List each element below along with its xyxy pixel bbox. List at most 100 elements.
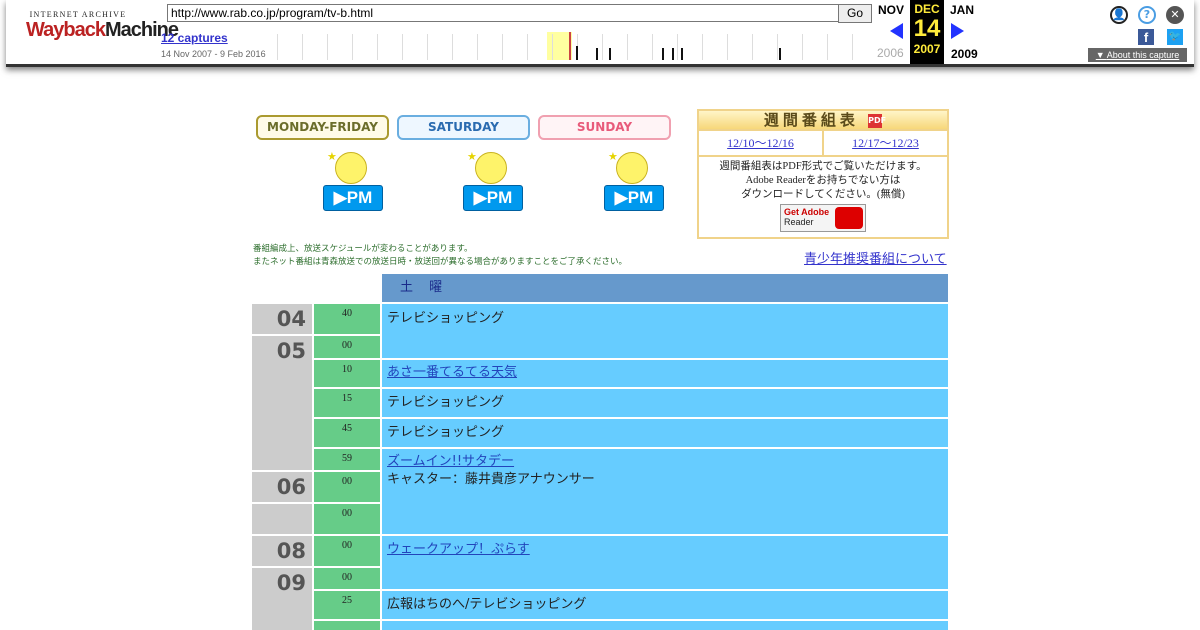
about-capture-label: About this capture: [1106, 50, 1180, 60]
program-cell: あさ一番てるてる天気: [382, 360, 948, 387]
tab-sunday[interactable]: SUNDAY: [538, 115, 671, 140]
pm-button-saturday[interactable]: ★ ▶PM: [463, 150, 523, 211]
program-cell: 広報はちのへ/テレビショッピング: [382, 591, 948, 619]
sparkline-year-tick: [627, 34, 628, 60]
minute-cell: 00: [314, 504, 380, 534]
youth-recommended-link[interactable]: 青少年推奨番組について: [804, 248, 947, 267]
moon-icon: [335, 152, 367, 184]
sparkline-current-marker: [569, 32, 571, 60]
sparkline-year-tick: [402, 34, 403, 60]
sparkline-year-tick: [277, 34, 278, 60]
hour-cell: 08: [252, 536, 312, 566]
url-input[interactable]: http://www.rab.co.jp/program/tv-b.html: [167, 4, 839, 22]
wayback-logo[interactable]: INTERNET ARCHIVE WaybackMachine: [26, 10, 179, 41]
facebook-icon[interactable]: f: [1138, 29, 1154, 45]
prev-year-label[interactable]: 2006: [877, 46, 904, 60]
close-icon[interactable]: ✕: [1166, 6, 1184, 24]
logo-internet-archive: INTERNET ARCHIVE: [29, 10, 127, 19]
weekly-link-1217[interactable]: 12/17～12/23: [822, 131, 947, 155]
minute-cell: [314, 621, 380, 630]
minute-cell: 45: [314, 419, 380, 447]
sparkline-capture-bar: [779, 48, 781, 60]
program-cell: テレビショッピング: [382, 304, 948, 358]
sparkline-year-tick: [752, 34, 753, 60]
weekly-note: 週間番組表はPDF形式でご覧いただけます。 Adobe Readerをお持ちでな…: [699, 157, 947, 232]
about-capture-button[interactable]: ▼ About this capture: [1088, 48, 1187, 62]
next-month-label[interactable]: JAN: [950, 3, 974, 17]
pm-label: ▶PM: [463, 185, 523, 211]
sparkline-year-tick: [702, 34, 703, 60]
pm-label: ▶PM: [323, 185, 383, 211]
hour-cell: 09: [252, 568, 312, 630]
sparkline-capture-bar: [672, 48, 674, 60]
go-button[interactable]: Go: [838, 4, 872, 23]
captures-link[interactable]: 12 captures: [161, 31, 228, 45]
current-date-block: DEC 14 2007: [910, 0, 944, 64]
prev-capture-arrow-icon[interactable]: [890, 23, 903, 39]
minute-cell: 00: [314, 536, 380, 566]
minute-cell: 00: [314, 336, 380, 358]
sparkline-year-tick: [327, 34, 328, 60]
logo-wayback-machine: WaybackMachine: [26, 19, 179, 41]
weekly-schedule-title: 週間番組表 PDF: [699, 111, 947, 129]
minute-cell: 25: [314, 591, 380, 619]
sparkline-capture-bar: [681, 48, 683, 60]
program-link[interactable]: ウェークアップ！ぷらす: [387, 542, 530, 557]
next-capture-arrow-icon[interactable]: [951, 23, 964, 39]
program-link[interactable]: ズームイン!!サタデー: [387, 454, 514, 469]
sparkline-year-tick: [777, 34, 778, 60]
weekly-link-1210[interactable]: 12/10～12/16: [699, 131, 822, 155]
sparkline-year-tick: [352, 34, 353, 60]
adobe-logo-icon: [835, 207, 863, 229]
next-year-label[interactable]: 2009: [951, 47, 978, 61]
program-cell: [382, 621, 948, 630]
get-adobe-reader-button[interactable]: Get Adobe Reader: [780, 204, 866, 232]
program-link[interactable]: あさ一番てるてる天気: [387, 365, 517, 380]
minute-cell: 10: [314, 360, 380, 387]
wayback-toolbar: INTERNET ARCHIVE WaybackMachine http://w…: [6, 0, 1194, 67]
sparkline-year-tick: [502, 34, 503, 60]
capture-date-range: 14 Nov 2007 - 9 Feb 2016: [161, 49, 266, 59]
pm-button-weekday[interactable]: ★ ▶PM: [323, 150, 383, 211]
sparkline-year-tick: [802, 34, 803, 60]
minute-cell: 15: [314, 389, 380, 417]
sparkline-year-tick: [452, 34, 453, 60]
pm-label: ▶PM: [604, 185, 664, 211]
program-title: テレビショッピング: [387, 425, 505, 440]
sparkline-capture-bar: [662, 48, 664, 60]
weekly-note-line: 週間番組表はPDF形式でご覧いただけます。: [719, 161, 927, 172]
user-icon[interactable]: 👤: [1110, 6, 1128, 24]
tab-saturday[interactable]: SATURDAY: [397, 115, 530, 140]
weekly-title-text: 週間番組表: [763, 111, 859, 129]
pdf-icon: PDF: [868, 113, 886, 128]
program-title: テレビショッピング: [387, 395, 505, 410]
notice-line: またネット番組は青森放送での放送日時・放送回が異なる場合がありますことをご了承く…: [253, 257, 628, 267]
pm-button-sunday[interactable]: ★ ▶PM: [604, 150, 664, 211]
tab-monday-friday[interactable]: MONDAY-FRIDAY: [256, 115, 389, 140]
program-cell: ウェークアップ！ぷらす: [382, 536, 948, 589]
program-cell: ズームイン!!サタデー キャスター：藤井貴彦アナウンサー: [382, 449, 948, 534]
sparkline-year-tick: [727, 34, 728, 60]
sparkline-year-tick: [527, 34, 528, 60]
current-month: DEC: [914, 2, 940, 16]
sparkline-capture-bar: [609, 48, 611, 60]
hour-cell: 06: [252, 472, 312, 502]
moon-icon: [616, 152, 648, 184]
adobe-reader-text: Reader: [784, 217, 814, 227]
minute-cell: 59: [314, 449, 380, 470]
sparkline-year-tick: [477, 34, 478, 60]
program-cell: テレビショッピング: [382, 389, 948, 417]
sparkline-year-tick: [677, 34, 678, 60]
program-title: 広報はちのへ/テレビショッピング: [387, 597, 587, 612]
hour-cell-empty: [252, 504, 312, 534]
minute-cell: 00: [314, 472, 380, 502]
weekly-note-line: Adobe Readerをお持ちでない方は: [745, 175, 901, 186]
weekly-note-line: ダウンロードしてください。(無償): [741, 189, 905, 200]
prev-month-label[interactable]: NOV: [878, 3, 904, 17]
sparkline-year-tick: [652, 34, 653, 60]
capture-sparkline[interactable]: [271, 32, 871, 60]
adobe-get-text: Get Adobe: [784, 207, 830, 217]
twitter-icon[interactable]: 🐦: [1167, 29, 1183, 45]
sparkline-year-tick: [377, 34, 378, 60]
help-icon[interactable]: ?: [1138, 6, 1156, 24]
